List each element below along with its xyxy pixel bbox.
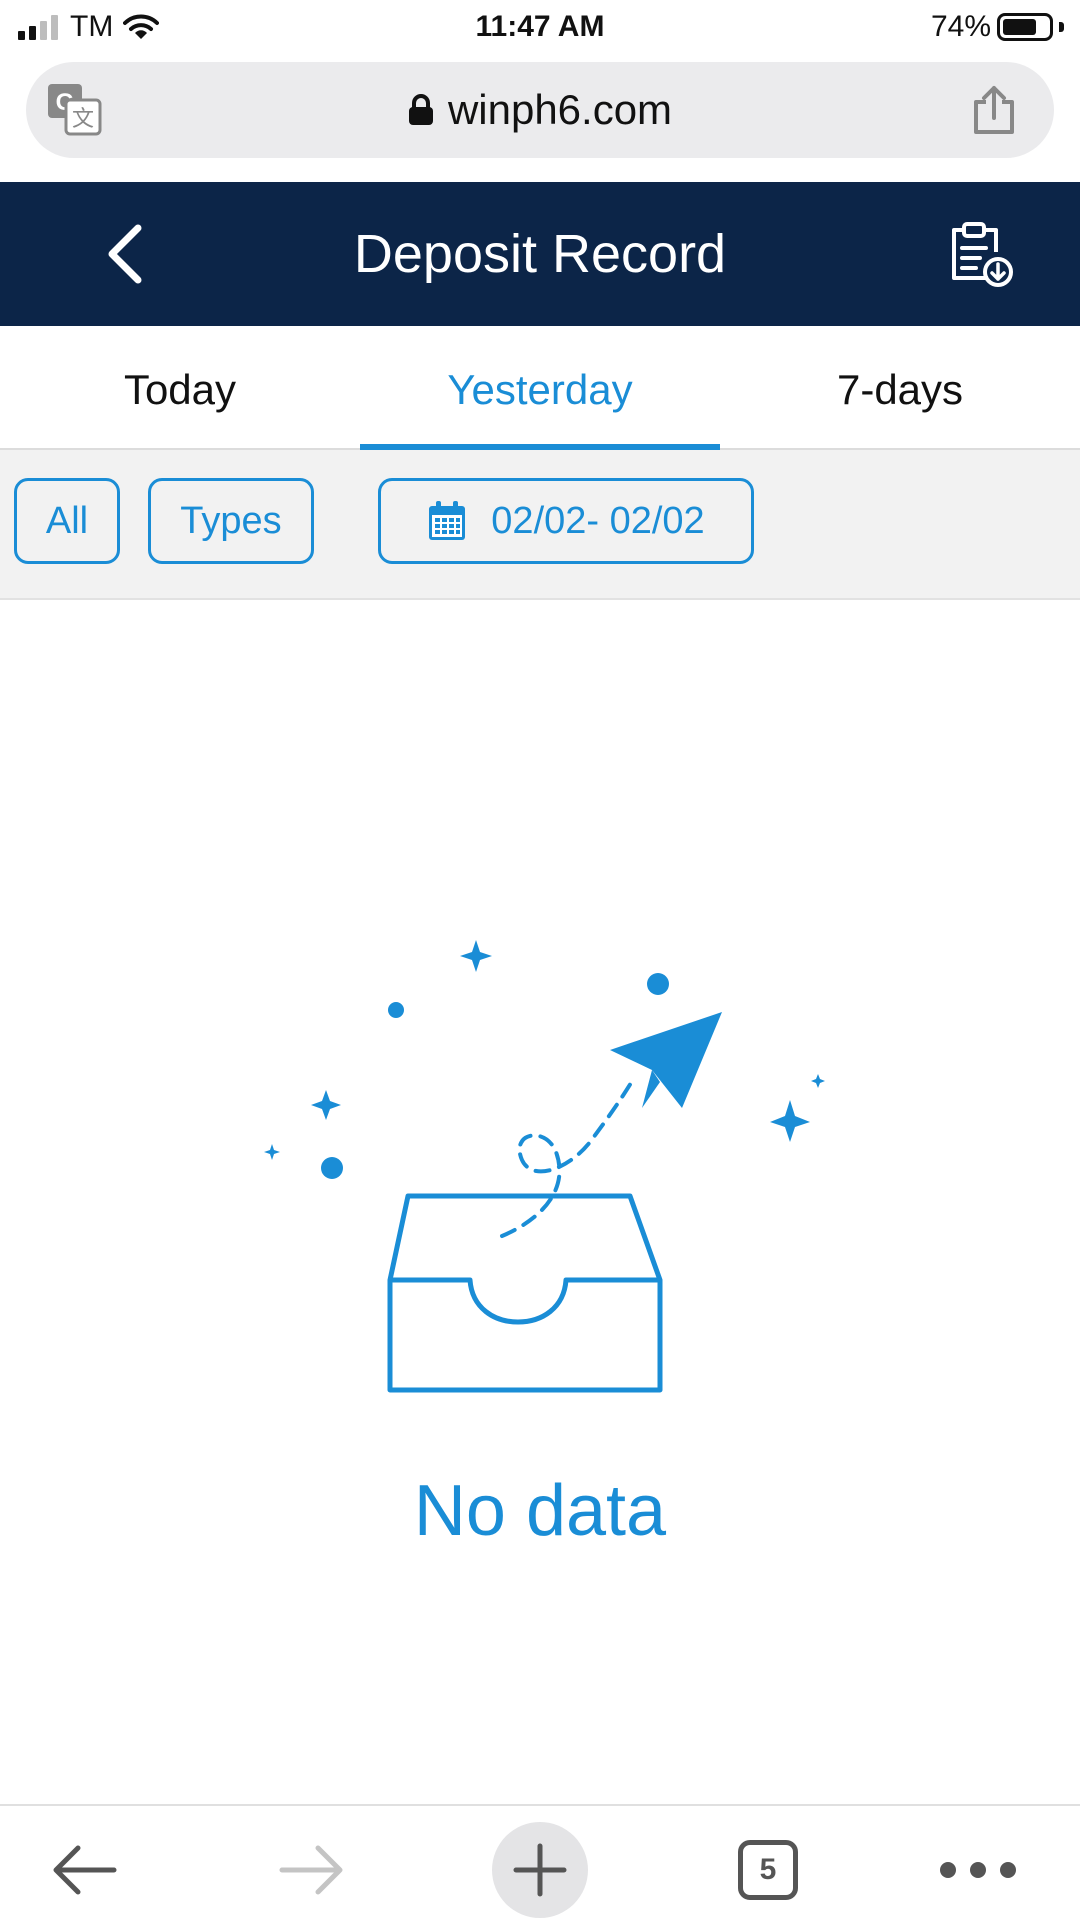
date-range-label: 02/02- 02/02 — [491, 499, 705, 542]
battery-percent: 74% — [930, 10, 991, 43]
more-button[interactable] — [928, 1820, 1028, 1920]
browser-toolbar: 5 — [0, 1804, 1080, 1920]
forward-arrow-icon — [279, 1845, 343, 1895]
more-icon — [940, 1862, 1016, 1878]
sparkle-icon — [264, 1144, 280, 1160]
status-bar: TM 11:47 AM 74% — [0, 0, 1080, 58]
calendar-icon — [429, 501, 466, 540]
app-header: Deposit Record — [0, 182, 1080, 326]
dot-icon — [647, 973, 669, 995]
dot-icon — [388, 1002, 404, 1018]
sparkle-icon — [460, 940, 492, 972]
new-tab-button[interactable] — [490, 1820, 590, 1920]
filter-types-button[interactable]: Types — [148, 478, 314, 564]
tab-7-days[interactable]: 7-days — [720, 326, 1080, 448]
filter-bar: All Types 02/02- 02/02 — [0, 450, 1080, 600]
period-tabs: Today Yesterday 7-days — [0, 326, 1080, 450]
tabs-icon: 5 — [738, 1840, 798, 1900]
empty-state-text: No data — [413, 1471, 667, 1551]
status-right: 74% — [931, 10, 1064, 44]
sparkle-icon — [770, 1100, 810, 1142]
browser-back-button[interactable] — [34, 1820, 134, 1920]
lock-icon — [408, 94, 433, 125]
battery-tip — [1059, 22, 1064, 32]
date-range-button[interactable]: 02/02- 02/02 — [378, 478, 754, 564]
address-bar[interactable]: G 文 winph6.com — [26, 62, 1054, 158]
browser-forward-button[interactable] — [262, 1820, 362, 1920]
sparkle-icon — [311, 1090, 341, 1120]
clipboard-download-icon[interactable] — [944, 218, 1016, 290]
battery-icon — [997, 13, 1053, 41]
tab-yesterday[interactable]: Yesterday — [360, 326, 720, 450]
flight-path — [500, 1076, 636, 1238]
dot-icon — [321, 1157, 343, 1179]
page-title: Deposit Record — [353, 224, 727, 284]
status-time: 11:47 AM — [475, 10, 605, 43]
url-text: winph6.com — [447, 86, 673, 133]
tabs-button[interactable]: 5 — [718, 1820, 818, 1920]
new-tab-circle — [492, 1822, 588, 1918]
share-icon[interactable] — [970, 84, 1018, 136]
empty-inbox-icon — [264, 940, 825, 1393]
back-arrow-icon — [53, 1845, 117, 1895]
sparkle-icon — [811, 1074, 825, 1088]
url-display[interactable]: winph6.com — [26, 62, 1054, 158]
tab-today[interactable]: Today — [0, 326, 360, 448]
paper-plane-icon — [610, 1012, 722, 1108]
filter-all-button[interactable]: All — [14, 478, 120, 564]
plus-icon — [513, 1843, 567, 1897]
